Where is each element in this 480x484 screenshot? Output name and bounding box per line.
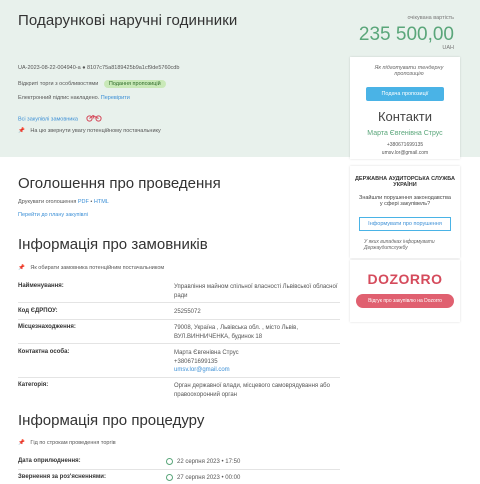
status-badge: Подання пропозицій (103, 80, 166, 88)
print-html-link[interactable]: HTML (94, 199, 109, 205)
pin-icon: 📌 (18, 265, 25, 271)
audit-title: ДЕРЖАВНА АУДИТОРСЬКА СЛУЖБА УКРАЇНИ (355, 176, 455, 188)
signature-text: Електронний підпис накладено. (18, 95, 100, 101)
print-pdf-link[interactable]: PDF (78, 199, 89, 205)
divider (18, 302, 340, 303)
clarification-value: 27 серпня 2023 • 00:00 (166, 474, 240, 481)
dozorro-box: DOZORRO Відгук про закупівлю на Dozorro (350, 260, 460, 322)
announcement-heading: Оголошення про проведення (18, 175, 221, 192)
buyer-name-value: Управління майном спільної власності Льв… (174, 284, 338, 299)
divider (18, 377, 340, 378)
bid-guide-link[interactable]: Як підготувати тендерну пропозицію (364, 65, 454, 77)
audit-note-link[interactable]: У яких випадках інформувати Держаудитслу… (364, 239, 454, 251)
page-title: Подарункові наручні годинники (18, 12, 238, 29)
submit-bid-button[interactable]: Подача пропозиції (366, 87, 444, 101)
contact-email[interactable]: umsv.lor@gmail.com (350, 150, 460, 156)
verify-signature-link[interactable]: Перевірити (101, 95, 130, 101)
bicycle-icon (85, 114, 102, 124)
divider (18, 343, 340, 344)
audit-service-box: ДЕРЖАВНА АУДИТОРСЬКА СЛУЖБА УКРАЇНИ Знай… (350, 166, 460, 258)
category-label: Категорія: (18, 382, 49, 388)
contact-person-value: Марта Євгенівна Струс +380671699135 (174, 350, 239, 365)
plan-link[interactable]: Перейти до плану закупівлі (18, 212, 88, 218)
edrpou-value: 25255072 (174, 309, 201, 315)
contacts-heading: Контакти (377, 109, 433, 124)
pin-icon: 📌 (18, 440, 25, 446)
currency-label: UAH (442, 45, 454, 51)
buyer-name-label: Найменування: (18, 283, 64, 289)
all-buyer-tenders-link[interactable]: Всі закупівлі замовника (18, 114, 102, 124)
divider (18, 469, 340, 470)
contact-person-email[interactable]: umsv.lor@gmail.com (174, 366, 344, 375)
audit-question: Знайшли порушення законодавства у сфері … (359, 195, 451, 207)
procedure-heading: Інформація про процедуру (18, 412, 205, 429)
all-buyer-tenders-label: Всі закупівлі замовника (18, 116, 78, 123)
monitoring-note-text: На цю звернути увагу потенційному постач… (30, 128, 161, 134)
clarification-date-text: 27 серпня 2023 • 00:00 (177, 475, 241, 482)
procurement-type: Відкриті торги з особливостями (18, 81, 99, 87)
publish-date-value: 22 серпня 2023 • 17:50 (166, 458, 240, 465)
dozorro-logo: DOZORRO (367, 271, 443, 287)
publish-date-label: Дата оприлюднення: (18, 458, 81, 464)
divider (18, 319, 340, 320)
tender-id: UA-2023-08-22-004940-a ● 8107c75a8189425… (18, 65, 180, 71)
buyer-note-text: Як обирати замовника потенційним постача… (30, 265, 165, 271)
pin-icon: 📌 (18, 128, 25, 134)
expected-value-amount: 235 500,00 (358, 24, 454, 45)
expected-value-label: очікувана вартість (407, 15, 454, 21)
procedure-note: 📌 Гід по строкам проведення торгів (18, 440, 116, 446)
signature-row: Електронний підпис накладено. Перевірити (18, 95, 130, 101)
print-label: Друкувати оголошення (18, 199, 77, 205)
category-value: Орган державної влади, місцевого самовря… (174, 383, 330, 398)
contact-phone: +380671699135 (386, 142, 424, 148)
print-row: Друкувати оголошення PDF • HTML (18, 199, 109, 205)
publish-date-text: 22 серпня 2023 • 17:50 (177, 459, 241, 466)
report-violation-button[interactable]: Інформувати про порушення (359, 217, 451, 231)
buyer-note: 📌 Як обирати замовника потенційним поста… (18, 265, 164, 271)
procedure-note-text[interactable]: Гід по строкам проведення торгів (30, 440, 115, 446)
bid-sidebar: Як підготувати тендерну пропозицію Подач… (350, 57, 460, 159)
buyer-info-heading: Інформація про замовників (18, 236, 208, 253)
clarification-label: Звернення за роз'ясненнями: (18, 474, 106, 480)
clock-icon (166, 458, 173, 465)
address-label: Місцезнаходження: (18, 324, 76, 330)
clock-icon (166, 474, 173, 481)
contact-name: Марта Євгенівна Струс (367, 130, 443, 137)
procurement-type-row: Відкриті торги з особливостями Подання п… (18, 80, 166, 88)
contact-person-label: Контактна особа: (18, 349, 70, 355)
dozorro-review-button[interactable]: Відгук про закупівлю на Dozorro (356, 294, 454, 308)
address-value: 79008, Україна , Львівська обл. , місто … (174, 325, 299, 340)
monitoring-note: 📌 На цю звернути увагу потенційному пост… (18, 128, 161, 134)
edrpou-label: Код ЄДРПОУ: (18, 308, 58, 314)
